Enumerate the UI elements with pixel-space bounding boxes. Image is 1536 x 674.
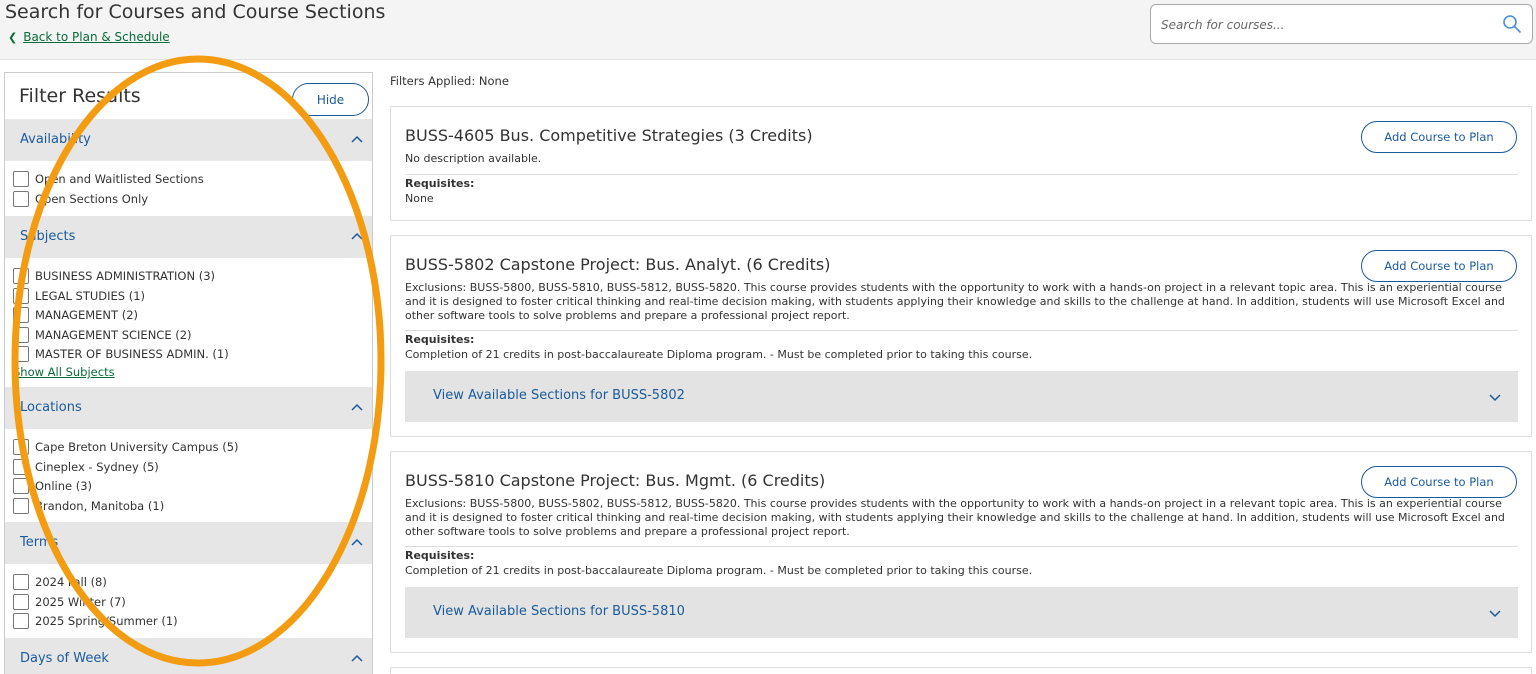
filter-sidebar: Filter Results Hide Availability Open an… <box>4 72 373 674</box>
back-link-label: Back to Plan & Schedule <box>23 30 170 44</box>
divider <box>405 174 1518 175</box>
search-input[interactable] <box>1161 14 1491 36</box>
checkbox[interactable] <box>13 346 29 362</box>
page-title: Search for Courses and Course Sections <box>5 1 386 23</box>
filter-results-title: Filter Results <box>19 85 141 107</box>
option-label: MANAGEMENT SCIENCE (2) <box>35 328 192 342</box>
option-label: MANAGEMENT (2) <box>35 308 138 322</box>
subjects-section-header[interactable]: Subjects <box>5 216 372 258</box>
chevron-up-icon <box>351 135 363 143</box>
course-description: No description available. <box>405 152 542 165</box>
top-bar: Search for Courses and Course Sections ❮… <box>0 0 1536 60</box>
subjects-label: Subjects <box>20 229 76 244</box>
chevron-down-icon <box>1489 394 1501 402</box>
checkbox[interactable] <box>13 171 29 187</box>
requisites-value: None <box>405 192 434 205</box>
course-title: BUSS-4605 Bus. Competitive Strategies (3… <box>405 126 813 145</box>
filters-applied-text: Filters Applied: None <box>390 74 509 88</box>
requisites-value: Completion of 21 credits in post-baccala… <box>405 564 1033 577</box>
show-all-subjects-link[interactable]: Show All Subjects <box>13 365 115 379</box>
view-sections-label: View Available Sections for BUSS-5810 <box>433 604 685 619</box>
chevron-down-icon <box>1489 610 1501 618</box>
option-label: Cineplex - Sydney (5) <box>35 460 159 474</box>
course-title: BUSS-5810 Capstone Project: Bus. Mgmt. (… <box>405 471 826 490</box>
availability-section-header[interactable]: Availability <box>5 119 372 161</box>
locations-section-header[interactable]: Locations <box>5 387 372 429</box>
course-card: BUSS-5802 Capstone Project: Bus. Analyt.… <box>390 235 1532 437</box>
checkbox[interactable] <box>13 594 29 610</box>
chevron-up-icon <box>351 403 363 411</box>
requisites-value: Completion of 21 credits in post-baccala… <box>405 348 1033 361</box>
option-label: MASTER OF BUSINESS ADMIN. (1) <box>35 347 229 361</box>
option-label: BUSINESS ADMINISTRATION (3) <box>35 269 215 283</box>
checkbox[interactable] <box>13 268 29 284</box>
checkbox[interactable] <box>13 498 29 514</box>
chevron-up-icon <box>351 232 363 240</box>
option-label: 2024 Fall (8) <box>35 575 107 589</box>
add-course-to-plan-button[interactable]: Add Course to Plan <box>1361 466 1517 498</box>
add-course-to-plan-button[interactable]: Add Course to Plan <box>1361 121 1517 153</box>
search-icon[interactable] <box>1502 14 1522 34</box>
option-label: Open and Waitlisted Sections <box>35 172 204 186</box>
checkbox[interactable] <box>13 327 29 343</box>
course-description: Exclusions: BUSS-5800, BUSS-5810, BUSS-5… <box>405 281 1505 322</box>
view-sections-toggle[interactable]: View Available Sections for BUSS-5802 <box>405 371 1518 422</box>
terms-section-header[interactable]: Terms <box>5 522 372 564</box>
course-card <box>390 667 1532 674</box>
course-description: Exclusions: BUSS-5800, BUSS-5802, BUSS-5… <box>405 497 1505 538</box>
checkbox[interactable] <box>13 307 29 323</box>
days-of-week-label: Days of Week <box>20 651 109 666</box>
search-box[interactable] <box>1150 4 1533 44</box>
requisites-label: Requisites: <box>405 333 475 346</box>
back-to-plan-link[interactable]: ❮ Back to Plan & Schedule <box>8 30 170 44</box>
view-sections-toggle[interactable]: View Available Sections for BUSS-5810 <box>405 587 1518 638</box>
option-label: LEGAL STUDIES (1) <box>35 289 146 303</box>
checkbox[interactable] <box>13 288 29 304</box>
divider <box>405 546 1518 547</box>
checkbox[interactable] <box>13 478 29 494</box>
option-label: Online (3) <box>35 479 93 493</box>
chevron-up-icon <box>351 654 363 662</box>
option-label: Brandon, Manitoba (1) <box>35 499 165 513</box>
checkbox[interactable] <box>13 574 29 590</box>
course-card: BUSS-5810 Capstone Project: Bus. Mgmt. (… <box>390 451 1532 653</box>
checkbox[interactable] <box>13 613 29 629</box>
option-label: Open Sections Only <box>35 192 149 206</box>
checkbox[interactable] <box>13 439 29 455</box>
add-course-to-plan-button[interactable]: Add Course to Plan <box>1361 250 1517 282</box>
view-sections-label: View Available Sections for BUSS-5802 <box>433 388 685 403</box>
locations-label: Locations <box>20 400 82 415</box>
option-label: Cape Breton University Campus (5) <box>35 440 239 454</box>
checkbox[interactable] <box>13 459 29 475</box>
course-card: BUSS-4605 Bus. Competitive Strategies (3… <box>390 106 1532 221</box>
chevron-up-icon <box>351 538 363 546</box>
checkbox[interactable] <box>13 191 29 207</box>
divider <box>405 330 1518 331</box>
requisites-label: Requisites: <box>405 177 475 190</box>
option-label: 2025 Winter (7) <box>35 595 126 609</box>
option-label: 2025 Spring/Summer (1) <box>35 614 178 628</box>
hide-filters-button[interactable]: Hide <box>292 83 369 116</box>
terms-label: Terms <box>20 535 59 550</box>
requisites-label: Requisites: <box>405 549 475 562</box>
chevron-left-icon: ❮ <box>8 31 18 44</box>
availability-label: Availability <box>20 132 91 147</box>
course-title: BUSS-5802 Capstone Project: Bus. Analyt.… <box>405 255 831 274</box>
days-of-week-section-header[interactable]: Days of Week <box>5 638 372 674</box>
